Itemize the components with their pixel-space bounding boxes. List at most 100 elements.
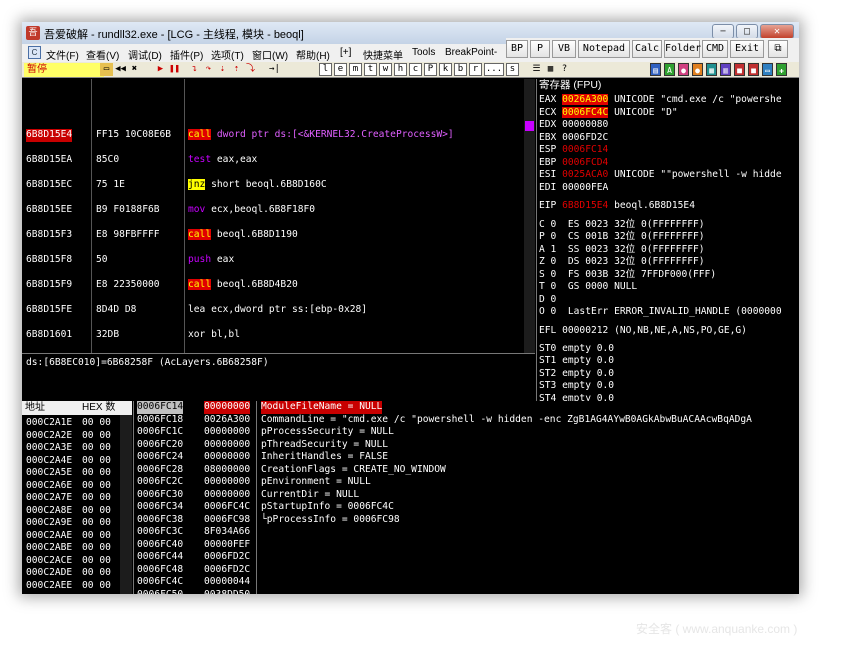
rewind-icon[interactable]: ◀◀	[114, 63, 127, 76]
menu-file[interactable]: 文件(F)	[46, 47, 79, 62]
menu-plugins[interactable]: 插件(P)	[170, 47, 203, 62]
window-executables-button[interactable]: e	[334, 63, 347, 76]
goto-icon[interactable]: →|	[268, 63, 281, 76]
stack-address[interactable]: 0006FC3C	[137, 526, 183, 539]
stack-address[interactable]: 0006FC28	[137, 464, 183, 477]
register-ebx[interactable]: EBX 0006FD2C	[539, 132, 614, 145]
dump-address[interactable]: 000C2AAE	[26, 530, 72, 543]
window-log-button[interactable]: l	[319, 63, 332, 76]
register-esi[interactable]: ESI 0025ACA0 UNICODE ""powershell -w hid…	[539, 169, 782, 182]
dump-address[interactable]: 000C2A1E	[26, 417, 72, 430]
window-references-button[interactable]: r	[469, 63, 482, 76]
restore-icon[interactable]: ⧉	[768, 40, 788, 58]
dump-address[interactable]: 000C2A8E	[26, 505, 72, 518]
close-process-icon[interactable]: ✖	[128, 63, 141, 76]
stack-address[interactable]: 0006FC50	[137, 589, 183, 595]
fpu-line[interactable]: ST1 empty 0.0	[539, 355, 614, 368]
menu-view[interactable]: 查看(V)	[86, 47, 119, 62]
pause-icon[interactable]: ❚❚	[168, 63, 181, 76]
close-button[interactable]: ✕	[760, 24, 794, 39]
registers-pane[interactable]: 寄存器 (FPU) EAX 0026A300 UNICODE "cmd.exe …	[536, 79, 799, 401]
stack-address[interactable]: 0006FC24	[137, 451, 183, 464]
flag-line[interactable]: Z 0 DS 0023 32位 0(FFFFFFFF)	[539, 256, 705, 269]
menu-tools[interactable]: Tools	[412, 47, 435, 58]
stack-address[interactable]: 0006FC4C	[137, 576, 183, 589]
plugin-icon-5[interactable]: ▦	[706, 63, 717, 76]
stack-pane[interactable]: 0006FC14 00000000 ModuleFileName = NULL 000…	[133, 401, 799, 594]
dump-address[interactable]: 000C2ABE	[26, 542, 72, 555]
stack-address[interactable]: 0006FC40	[137, 539, 183, 552]
plugin-icon-10[interactable]: ✚	[776, 63, 787, 76]
plugin-icon-4[interactable]: ●	[692, 63, 703, 76]
dump-address[interactable]: 000C2A5E	[26, 467, 72, 480]
run-icon[interactable]: ▶	[154, 63, 167, 76]
register-eax[interactable]: EAX 0026A300 UNICODE "cmd.exe /c "powers…	[539, 94, 782, 107]
window-breakpoints-button[interactable]: b	[454, 63, 467, 76]
dump-scrollbar[interactable]	[120, 415, 132, 594]
window-cpu-button[interactable]: c	[409, 63, 422, 76]
menu-plus[interactable]: [+]	[340, 47, 351, 58]
window-callstack-button[interactable]: k	[439, 63, 452, 76]
flag-line[interactable]: A 1 SS 0023 32位 0(FFFFFFFF)	[539, 244, 705, 257]
scrollbar-thumb[interactable]	[525, 121, 534, 131]
menu-debug[interactable]: 调试(D)	[128, 47, 162, 62]
flag-line[interactable]: T 0 GS 0000 NULL	[539, 281, 637, 294]
dump-address[interactable]: 000C2A9E	[26, 517, 72, 530]
stack-address[interactable]: 0006FC20	[137, 439, 183, 452]
trace-into-icon[interactable]: ⇣	[216, 63, 229, 76]
menu-breakpoint[interactable]: BreakPoint-	[445, 47, 497, 58]
stack-address[interactable]: 0006FC34	[137, 501, 183, 514]
step-into-icon[interactable]: ↴	[188, 63, 201, 76]
dump-address[interactable]: 000C2A7E	[26, 492, 72, 505]
plugin-icon-3[interactable]: ●	[678, 63, 689, 76]
disasm-row[interactable]: 6B8D15EC 75 1E jnz short beoql.6B8D160C	[22, 179, 535, 192]
stack-address[interactable]: 0006FC2C	[137, 476, 183, 489]
menu-shortcuts[interactable]: 快捷菜单	[363, 47, 403, 62]
system-menu-icon[interactable]: C	[28, 46, 41, 59]
flag-line[interactable]: O 0 LastErr ERROR_INVALID_HANDLE (000000…	[539, 306, 782, 319]
dump-address[interactable]: 000C2ADE	[26, 567, 72, 580]
disasm-row[interactable]: 6B8D15F3 E8 98FBFFFF call beoql.6B8D1190	[22, 229, 535, 242]
dump-hex-header[interactable]: HEX 数	[82, 401, 115, 414]
step-over-icon[interactable]: ↷	[202, 63, 215, 76]
plugin-icon-6[interactable]: ▥	[720, 63, 731, 76]
register-ebp[interactable]: EBP 0006FCD4	[539, 157, 614, 170]
efl-line[interactable]: EFL 00000212 (NO,NB,NE,A,NS,PO,GE,G)	[539, 325, 747, 338]
dump-address[interactable]: 000C2A3E	[26, 442, 72, 455]
register-edi[interactable]: EDI 00000FEA	[539, 182, 614, 195]
minimize-button[interactable]: −	[712, 24, 734, 39]
disasm-row[interactable]: 6B8D15E4 FF15 10C08E6B call dword ptr ds:[…	[22, 129, 535, 142]
plugin-icon-1[interactable]: ▤	[650, 63, 661, 76]
fpu-line[interactable]: ST3 empty 0.0	[539, 380, 614, 393]
plugin-icon-7[interactable]: ■	[734, 63, 745, 76]
quick-folder-button[interactable]: Folder	[664, 40, 701, 58]
plugin-icon-9[interactable]: ▭	[762, 63, 773, 76]
stack-address[interactable]: 0006FC14	[137, 401, 184, 414]
quick-p-button[interactable]: P	[530, 40, 550, 58]
window-threads-button[interactable]: t	[364, 63, 377, 76]
quick-notepad-button[interactable]: Notepad	[578, 40, 630, 58]
quick-exit-button[interactable]: Exit	[730, 40, 764, 58]
quick-calc-button[interactable]: Calc	[632, 40, 662, 58]
stack-address[interactable]: 0006FC1C	[137, 426, 183, 439]
dump-address[interactable]: 000C2A4E	[26, 455, 72, 468]
window-windows-button[interactable]: w	[379, 63, 392, 76]
disasm-row[interactable]: 6B8D15FE 8D4D D8 lea ecx,dword ptr ss:[ebp…	[22, 304, 535, 317]
list-icon[interactable]: ☰	[530, 63, 543, 76]
disasm-row[interactable]: 6B8D15F8 50 push eax	[22, 254, 535, 267]
quick-bp-button[interactable]: BP	[506, 40, 528, 58]
stack-address[interactable]: 0006FC44	[137, 551, 183, 564]
fpu-line[interactable]: ST2 empty 0.0	[539, 368, 614, 381]
dump-address-header[interactable]: 地址	[25, 401, 45, 414]
dump-address[interactable]: 000C2AEE	[26, 580, 72, 593]
register-edx[interactable]: EDX 00000080	[539, 119, 614, 132]
window-more-button[interactable]: ...	[484, 63, 504, 76]
fpu-line[interactable]: ST0 empty 0.0	[539, 343, 614, 356]
stack-address[interactable]: 0006FC30	[137, 489, 183, 502]
plugin-icon-8[interactable]: ■	[748, 63, 759, 76]
help-icon[interactable]: ?	[558, 63, 571, 76]
grid-icon[interactable]: ▦	[544, 63, 557, 76]
menu-window[interactable]: 窗口(W)	[252, 47, 288, 62]
flag-line[interactable]: P 0 CS 001B 32位 0(FFFFFFFF)	[539, 231, 705, 244]
dump-address[interactable]: 000C2A2E	[26, 430, 72, 443]
